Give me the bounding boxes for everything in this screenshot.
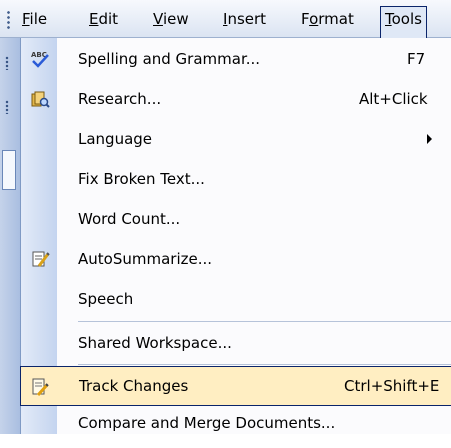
menu-insert[interactable]: Insert	[219, 6, 270, 32]
menu-item-label: Word Count...	[78, 210, 181, 228]
menu-view[interactable]: View	[149, 6, 193, 32]
menu-item-label: AutoSummarize...	[78, 250, 213, 268]
menu-bar: File Edit View Insert Format Tools	[0, 0, 451, 39]
menu-file-label: ile	[29, 10, 48, 28]
menu-item-autosummarize[interactable]: AutoSummarize...	[21, 239, 451, 279]
menu-item-label: Language	[78, 130, 153, 148]
menu-file-mnemonic: F	[22, 10, 30, 28]
menu-item-research[interactable]: Research... Alt+Click	[21, 79, 451, 119]
menu-item-label: Spelling and Grammar...	[78, 50, 261, 68]
menu-item-track-changes[interactable]: Track Changes Ctrl+Shift+E	[20, 366, 451, 406]
menu-item-label: Fix Broken Text...	[78, 170, 205, 188]
menu-item-label: Speech	[78, 290, 134, 308]
menu-view-label: iew	[162, 10, 189, 28]
menu-item-label: Track Changes	[79, 377, 189, 395]
spelling-abc-check-icon: ABC	[31, 51, 49, 68]
menu-item-language[interactable]: Language	[21, 119, 451, 159]
menu-item-spelling-and-grammar[interactable]: ABC Spelling and Grammar... F7	[21, 39, 451, 79]
menu-item-shortcut: Alt+Click	[359, 90, 428, 108]
menu-insert-label: nsert	[227, 10, 267, 28]
menu-edit[interactable]: Edit	[85, 6, 122, 32]
toolbar-grip-icon	[5, 56, 9, 70]
menu-item-shortcut: Ctrl+Shift+E	[344, 377, 440, 395]
research-book-icon	[31, 91, 50, 108]
menu-item-speech[interactable]: Speech	[21, 279, 451, 319]
menu-separator	[78, 321, 451, 322]
menu-edit-label: dit	[98, 10, 119, 28]
menu-format[interactable]: Format	[297, 6, 358, 32]
tools-dropdown-menu: ABC Spelling and Grammar... F7 Research.…	[20, 38, 451, 434]
menu-tools-label: ools	[391, 10, 422, 28]
menu-tools-mnemonic: T	[385, 10, 392, 28]
menu-item-label: Research...	[78, 90, 162, 108]
menu-item-label: Shared Workspace...	[78, 334, 232, 352]
toolbar-grip-icon	[5, 100, 9, 114]
document-edge	[2, 150, 16, 190]
submenu-arrow-icon	[427, 134, 432, 144]
menu-tools[interactable]: Tools	[380, 6, 427, 39]
menu-item-shortcut: F7	[407, 50, 426, 68]
track-changes-icon	[32, 378, 49, 397]
autosummarize-icon	[32, 251, 50, 267]
menu-item-shared-workspace[interactable]: Shared Workspace...	[21, 323, 451, 363]
menu-format-label: rmat	[318, 10, 354, 28]
menu-separator	[78, 364, 451, 365]
menu-file[interactable]: File	[18, 6, 51, 32]
toolbar-grip-handle[interactable]	[7, 10, 10, 30]
menu-item-word-count[interactable]: Word Count...	[21, 199, 451, 239]
menu-format-mnemonic: o	[309, 10, 319, 28]
menu-view-mnemonic: V	[153, 10, 163, 28]
menu-format-label-prefix: F	[301, 10, 310, 28]
toolbar-strip	[0, 38, 22, 434]
menu-item-compare-and-merge[interactable]: Compare and Merge Documents...	[21, 408, 451, 448]
menu-item-fix-broken-text[interactable]: Fix Broken Text...	[21, 159, 451, 199]
